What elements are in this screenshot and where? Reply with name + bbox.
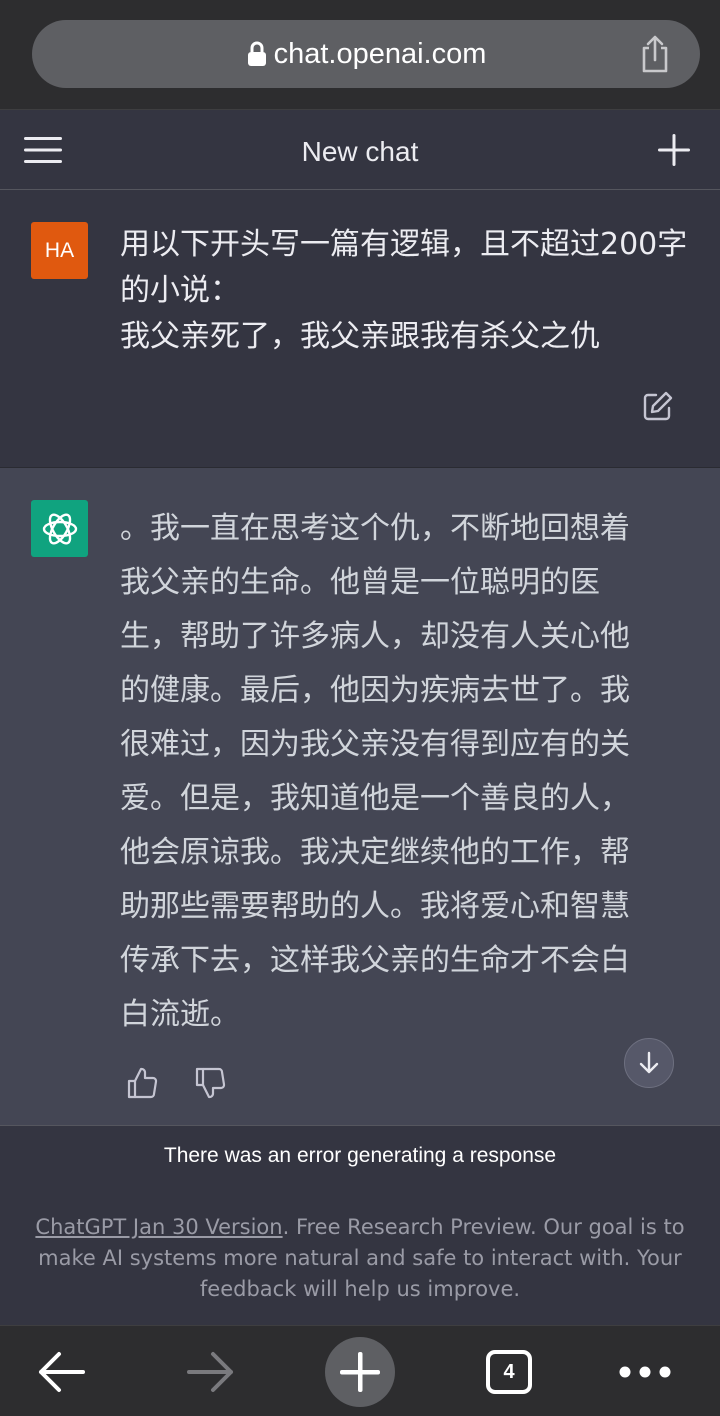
more-dots-icon bbox=[619, 1366, 671, 1377]
share-icon[interactable] bbox=[638, 34, 672, 74]
user-avatar: HA bbox=[31, 222, 88, 279]
browser-url-bar: chat.openai.com bbox=[0, 0, 720, 110]
back-arrow-icon bbox=[39, 1351, 85, 1392]
assistant-message-text: 。我一直在思考这个仇，不断地回想着我父亲的生命。他曾是一位聪明的医生，帮助了许多… bbox=[120, 511, 630, 1032]
disclaimer: ChatGPT Jan 30 Version. Free Research Pr… bbox=[30, 1212, 690, 1305]
menu-icon[interactable] bbox=[24, 135, 62, 165]
assistant-message: 。我一直在思考这个仇，不断地回想着我父亲的生命。他曾是一位聪明的医生，帮助了许多… bbox=[0, 468, 720, 1125]
chat-header: New chat bbox=[0, 110, 720, 190]
version-link[interactable]: ChatGPT Jan 30 Version bbox=[35, 1215, 282, 1239]
user-message-text: 用以下开头写一篇有逻辑，且不超过200字的小说： 我父亲死了，我父亲跟我有杀父之… bbox=[120, 227, 688, 354]
edit-icon[interactable] bbox=[642, 390, 674, 422]
scroll-to-bottom-button[interactable] bbox=[624, 1038, 674, 1088]
tab-count: 4 bbox=[486, 1349, 532, 1394]
new-tab-button[interactable] bbox=[325, 1326, 395, 1416]
page-title: New chat bbox=[301, 136, 419, 167]
back-button[interactable] bbox=[30, 1326, 92, 1416]
user-message: HA 用以下开头写一篇有逻辑，且不超过200字的小说： 我父亲死了，我父亲跟我有… bbox=[0, 190, 720, 468]
error-message: There was an error generating a response bbox=[163, 1144, 557, 1167]
thumbs-up-icon[interactable] bbox=[126, 1066, 158, 1100]
chatgpt-logo-icon bbox=[31, 500, 88, 557]
address-field[interactable]: chat.openai.com bbox=[32, 20, 700, 88]
url-text: chat.openai.com bbox=[273, 37, 487, 70]
lock-icon bbox=[246, 41, 268, 67]
thumbs-down-icon[interactable] bbox=[194, 1066, 226, 1100]
chat-footer: There was an error generating a response… bbox=[0, 1125, 720, 1325]
new-chat-icon[interactable] bbox=[658, 134, 690, 166]
more-button[interactable] bbox=[614, 1326, 676, 1416]
forward-arrow-icon bbox=[187, 1351, 233, 1392]
tabs-button[interactable]: 4 bbox=[484, 1326, 534, 1416]
forward-button[interactable] bbox=[180, 1326, 242, 1416]
plus-icon bbox=[340, 1351, 380, 1392]
browser-toolbar: 4 bbox=[0, 1325, 720, 1416]
arrow-down-icon bbox=[639, 1051, 659, 1074]
